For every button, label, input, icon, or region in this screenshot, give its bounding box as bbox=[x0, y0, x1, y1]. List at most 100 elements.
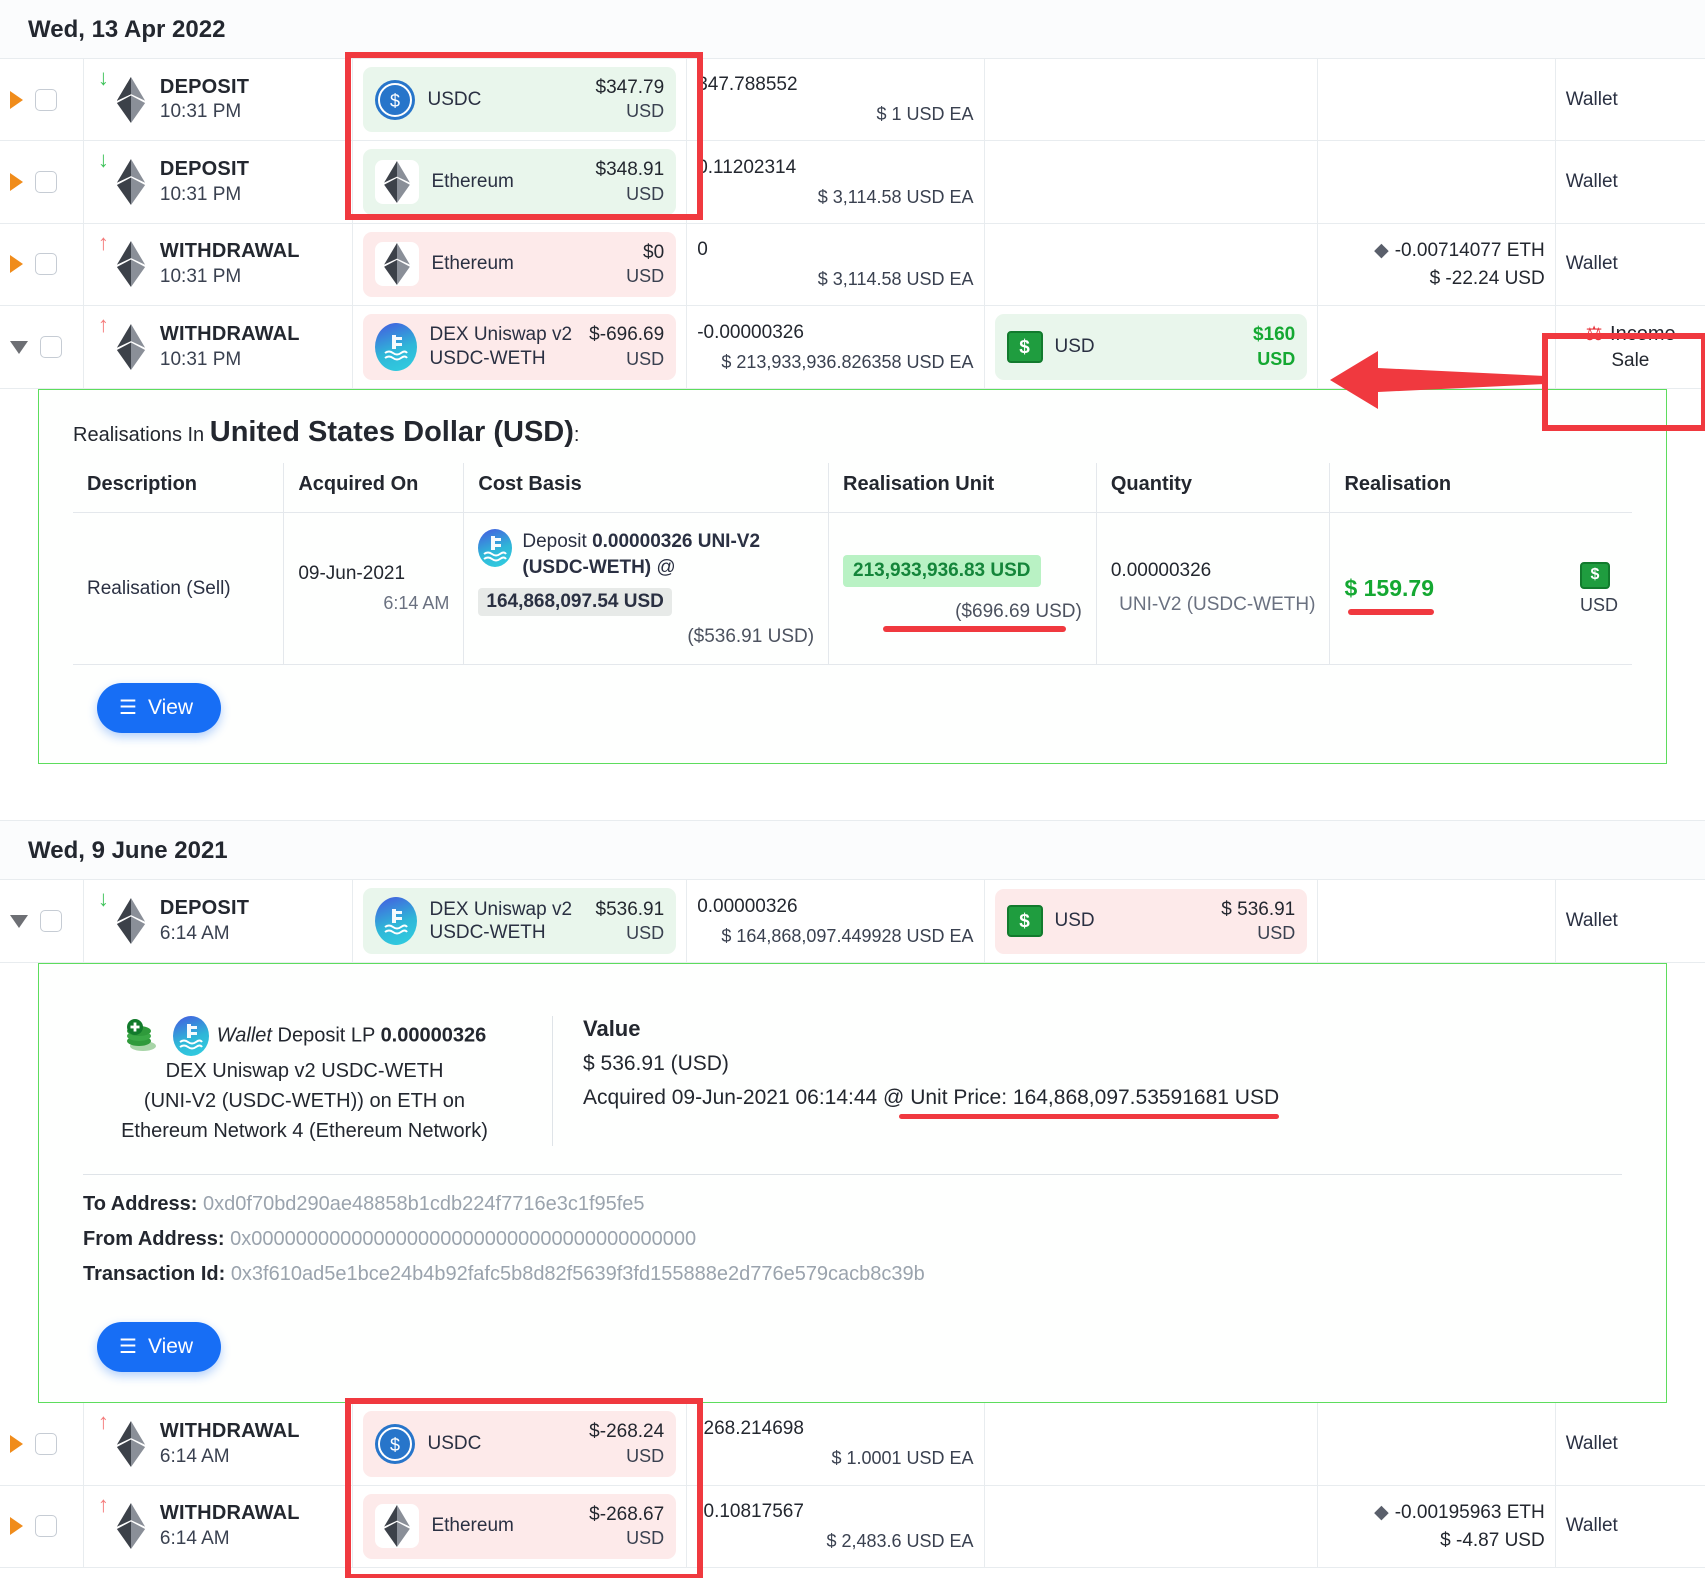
quantity-cell: 347.788552 $ 1 USD EA bbox=[686, 59, 985, 142]
quantity-value: -0.10817567 bbox=[697, 1500, 804, 1522]
counterparty-amount: $ 536.91 bbox=[1221, 898, 1296, 920]
asset-currency: USD bbox=[626, 266, 665, 286]
ethereum-small-icon: ◆ bbox=[1374, 239, 1389, 261]
ethereum-icon bbox=[375, 160, 420, 205]
uniswap-pool-icon bbox=[478, 529, 513, 568]
asset-chip[interactable]: $ USDC $347.79 USD bbox=[363, 67, 677, 133]
red-underline bbox=[883, 625, 1066, 632]
view-button[interactable]: ☰ View bbox=[97, 1322, 222, 1373]
fee-cell: ◆ -0.00714077 ETH $ -22.24 USD bbox=[1317, 223, 1556, 307]
transaction-time: 10:31 PM bbox=[159, 348, 242, 370]
asset-currency: USD bbox=[626, 101, 665, 122]
view-button-label: View bbox=[147, 1335, 194, 1359]
row-checkbox[interactable] bbox=[40, 336, 62, 359]
asset-chip[interactable]: Ethereum $-268.67 USD bbox=[363, 1493, 677, 1559]
fee-cell bbox=[1317, 59, 1556, 142]
asset-name: Ethereum bbox=[431, 1515, 514, 1537]
address-list: To Address: 0xd0f70bd290ae48858b1cdb224f… bbox=[73, 1175, 1632, 1304]
cost-basis-at: @ bbox=[651, 556, 676, 578]
asset-chip[interactable]: Ethereum $0 USD bbox=[363, 231, 677, 298]
table-row[interactable]: ↑ WITHDRAWAL 10:31 PM bbox=[0, 305, 1705, 390]
view-button[interactable]: ☰ View bbox=[97, 683, 222, 734]
acquired-line: Acquired 09-Jun-2021 06:14:44 @ Unit Pri… bbox=[583, 1086, 1280, 1120]
asset-chip[interactable]: Ethereum $348.91 USD bbox=[363, 149, 677, 215]
quantity-rate: $ 164,868,097.449928 USD EA bbox=[721, 925, 974, 946]
row-checkbox[interactable] bbox=[35, 88, 57, 111]
row-checkbox[interactable] bbox=[35, 171, 57, 193]
transaction-time: 10:31 PM bbox=[159, 101, 242, 123]
asset-name: USDC bbox=[427, 88, 482, 110]
realisations-title-suffix: : bbox=[573, 424, 580, 447]
table-row[interactable]: ↑ WITHDRAWAL 10:31 PM bbox=[0, 223, 1705, 307]
from-address-value[interactable]: 0x00000000000000000000000000000000000000… bbox=[230, 1228, 696, 1250]
table-row[interactable]: ↑ WITHDRAWAL 6:14 AM Ethereum $-268.67 U… bbox=[0, 1485, 1705, 1569]
to-address-label: To Address: bbox=[83, 1193, 198, 1216]
expand-caret-icon[interactable] bbox=[10, 90, 23, 109]
fee-cell bbox=[1317, 880, 1556, 964]
transaction-type-cell: ↑ WITHDRAWAL 6:14 AM bbox=[83, 1403, 354, 1486]
direction-down-icon: ↓ bbox=[97, 886, 109, 912]
row-checkbox[interactable] bbox=[35, 253, 57, 276]
asset-chip[interactable]: $ USDC $-268.24 USD bbox=[363, 1411, 677, 1477]
from-address-row: From Address: 0x000000000000000000000000… bbox=[83, 1228, 1622, 1251]
direction-down-icon: ↓ bbox=[97, 147, 109, 173]
to-address-value[interactable]: 0xd0f70bd290ae48858b1cdb224f7716e3c1f95f… bbox=[203, 1193, 645, 1215]
transaction-id-value[interactable]: 0x3f610ad5e1bce24b4b92fafc5b8d82f5639f3f… bbox=[231, 1263, 925, 1285]
expand-caret-icon[interactable] bbox=[10, 1517, 23, 1536]
transaction-type-label: WITHDRAWAL bbox=[159, 1420, 300, 1443]
direction-up-icon: ↑ bbox=[97, 1409, 109, 1435]
counterparty-currency: USD bbox=[1257, 348, 1296, 369]
quantity-value: 0 bbox=[697, 238, 708, 260]
menu-bars-icon: ☰ bbox=[119, 1336, 137, 1359]
transaction-type-label: DEPOSIT bbox=[159, 897, 250, 920]
deposit-detail-panel: Wallet Deposit LP 0.00000326 DEX Uniswap… bbox=[38, 963, 1667, 1404]
asset-chip[interactable]: DEX Uniswap v2 USDC-WETH $536.91 USD bbox=[363, 888, 677, 955]
to-address-row: To Address: 0xd0f70bd290ae48858b1cdb224f… bbox=[83, 1193, 1622, 1216]
asset-name: Ethereum bbox=[431, 171, 514, 193]
expand-caret-icon[interactable] bbox=[10, 1434, 23, 1453]
row-checkbox[interactable] bbox=[35, 1515, 57, 1538]
realisations-header-row: Description Acquired On Cost Basis Reali… bbox=[73, 463, 1632, 514]
deposit-description: Wallet Deposit LP 0.00000326 DEX Uniswap… bbox=[83, 1016, 553, 1147]
transaction-time: 6:14 AM bbox=[159, 1445, 230, 1467]
row-controls bbox=[0, 59, 84, 142]
ethereum-icon bbox=[112, 1420, 150, 1467]
deposit-pool-name: DEX Uniswap v2 USDC-WETH bbox=[165, 1060, 444, 1083]
ethereum-icon bbox=[375, 1504, 420, 1549]
transaction-type-cell: ↓ DEPOSIT 10:31 PM bbox=[83, 140, 354, 224]
row-controls bbox=[0, 1403, 84, 1486]
asset-amount: $348.91 bbox=[595, 159, 665, 181]
counterparty-chip[interactable]: $ USD $160 USD bbox=[994, 314, 1308, 380]
counterparty-chip[interactable]: $ USD $ 536.91 USD bbox=[994, 888, 1308, 954]
asset-cell: Ethereum $348.91 USD bbox=[352, 140, 688, 224]
quantity-rate: $ 1.0001 USD EA bbox=[831, 1448, 974, 1469]
ethereum-icon bbox=[112, 1503, 150, 1550]
asset-amount: $-268.67 bbox=[589, 1503, 665, 1525]
asset-currency: USD bbox=[626, 183, 665, 204]
table-row[interactable]: ↓ DEPOSIT 10:31 PM Ethereum $348.91 USD … bbox=[0, 140, 1705, 224]
expand-caret-icon[interactable] bbox=[10, 173, 23, 191]
row-checkbox[interactable] bbox=[35, 1432, 57, 1455]
expand-caret-icon[interactable] bbox=[10, 255, 23, 274]
collapse-caret-icon[interactable] bbox=[10, 914, 28, 928]
collapse-caret-icon[interactable] bbox=[10, 340, 28, 354]
transaction-time: 10:31 PM bbox=[159, 183, 242, 205]
deposit-quantity: 0.00000326 bbox=[380, 1024, 487, 1047]
table-row[interactable]: ↓ DEPOSIT 10:31 PM $ USDC $347.79 USD 34… bbox=[0, 59, 1705, 142]
table-row[interactable]: ↑ WITHDRAWAL 6:14 AM $ USDC $-268.24 USD… bbox=[0, 1403, 1705, 1486]
transaction-type-label: WITHDRAWAL bbox=[159, 240, 300, 263]
quantity-cell: -268.214698 $ 1.0001 USD EA bbox=[686, 1403, 985, 1486]
status-badge[interactable]: ⚖ Income Sale bbox=[1566, 321, 1695, 374]
transaction-type-cell: ↑ WITHDRAWAL 10:31 PM bbox=[83, 305, 354, 390]
wallet-label: Wallet bbox=[1555, 1485, 1705, 1569]
from-address-label: From Address: bbox=[83, 1228, 225, 1251]
row-checkbox[interactable] bbox=[40, 910, 62, 933]
quantity-rate: $ 3,114.58 USD EA bbox=[817, 268, 974, 289]
realisations-title-currency: United States Dollar (USD) bbox=[209, 416, 574, 449]
asset-chip[interactable]: DEX Uniswap v2 USDC-WETH $-696.69 USD bbox=[363, 314, 677, 381]
asset-amount: $-696.69 bbox=[589, 324, 665, 346]
table-row[interactable]: ↓ DEPOSIT 6:14 AM DEX Uniswap v2 USDC-WE… bbox=[0, 880, 1705, 964]
realisation-unit-value: 213,933,936.83 USD bbox=[843, 554, 1041, 587]
fee-cell: ◆ -0.00195963 ETH $ -4.87 USD bbox=[1317, 1485, 1556, 1569]
quantity-value: -268.214698 bbox=[697, 1418, 804, 1440]
